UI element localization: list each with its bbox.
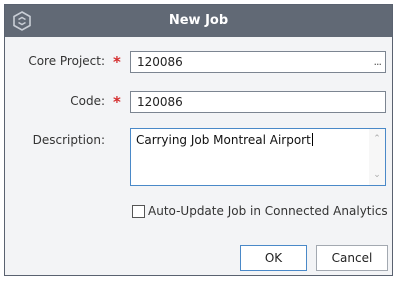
chevron-up-icon[interactable]: ⌃ bbox=[369, 131, 385, 147]
auto-update-checkbox[interactable] bbox=[132, 205, 145, 218]
code-required-mark: * bbox=[113, 93, 121, 111]
description-field[interactable]: Carrying Job Montreal Airport ⌃ ⌄ bbox=[130, 128, 386, 186]
core-project-required-mark: * bbox=[113, 53, 121, 71]
text-caret bbox=[311, 133, 313, 146]
code-field[interactable]: 120086 bbox=[130, 91, 386, 113]
ok-button[interactable]: OK bbox=[240, 245, 307, 271]
core-project-field[interactable]: 120086 ... bbox=[130, 51, 386, 73]
code-label: Code: bbox=[70, 94, 105, 108]
description-scrollbar[interactable]: ⌃ ⌄ bbox=[369, 129, 385, 185]
code-value: 120086 bbox=[137, 95, 183, 109]
core-project-browse-button[interactable]: ... bbox=[374, 52, 382, 72]
core-project-label: Core Project: bbox=[28, 54, 105, 68]
auto-update-label[interactable]: Auto-Update Job in Connected Analytics bbox=[148, 204, 388, 218]
title-bar: New Job bbox=[5, 5, 392, 37]
new-job-dialog: New Job Core Project: * 120086 ... Code:… bbox=[4, 4, 393, 276]
chevron-down-icon[interactable]: ⌄ bbox=[369, 167, 385, 183]
core-project-value: 120086 bbox=[137, 55, 183, 69]
description-value: Carrying Job Montreal Airport bbox=[136, 133, 311, 147]
dialog-title: New Job bbox=[168, 13, 229, 28]
description-label: Description: bbox=[32, 133, 105, 147]
cancel-button[interactable]: Cancel bbox=[316, 245, 388, 271]
